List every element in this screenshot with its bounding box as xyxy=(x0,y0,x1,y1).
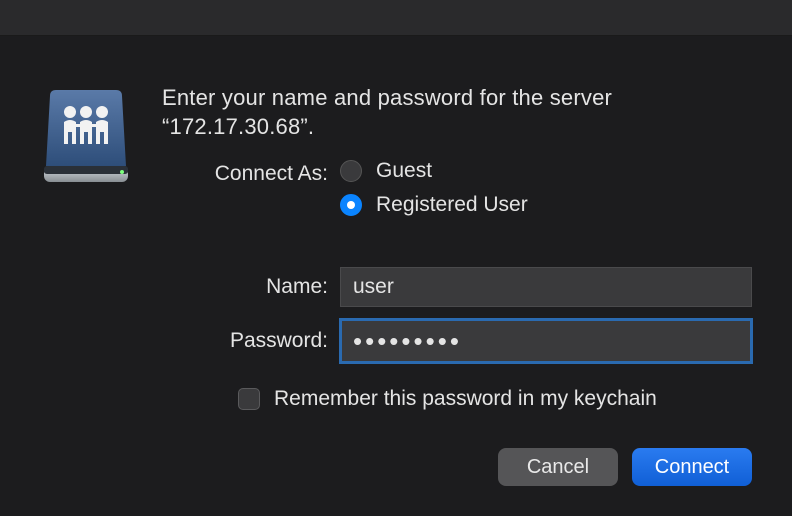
radio-guest[interactable]: Guest xyxy=(340,159,528,183)
connect-button[interactable]: Connect xyxy=(632,448,752,486)
window-titlebar xyxy=(0,0,792,36)
radio-dot-registered xyxy=(340,194,362,216)
cancel-button[interactable]: Cancel xyxy=(498,448,618,486)
prompt-text: Enter your name and password for the ser… xyxy=(162,84,752,141)
radio-dot-guest xyxy=(340,160,362,182)
name-field[interactable] xyxy=(340,267,752,307)
radio-registered-user[interactable]: Registered User xyxy=(340,193,528,217)
password-label: Password: xyxy=(40,326,340,356)
connect-as-label: Connect As: xyxy=(162,159,340,189)
password-field[interactable] xyxy=(340,319,752,363)
name-label: Name: xyxy=(40,272,340,302)
remember-keychain-checkbox[interactable] xyxy=(238,388,260,410)
network-drive-icon xyxy=(40,88,132,191)
radio-registered-label: Registered User xyxy=(376,193,528,217)
radio-guest-label: Guest xyxy=(376,159,432,183)
remember-keychain-label: Remember this password in my keychain xyxy=(274,387,657,411)
server-auth-dialog: Enter your name and password for the ser… xyxy=(0,36,792,516)
